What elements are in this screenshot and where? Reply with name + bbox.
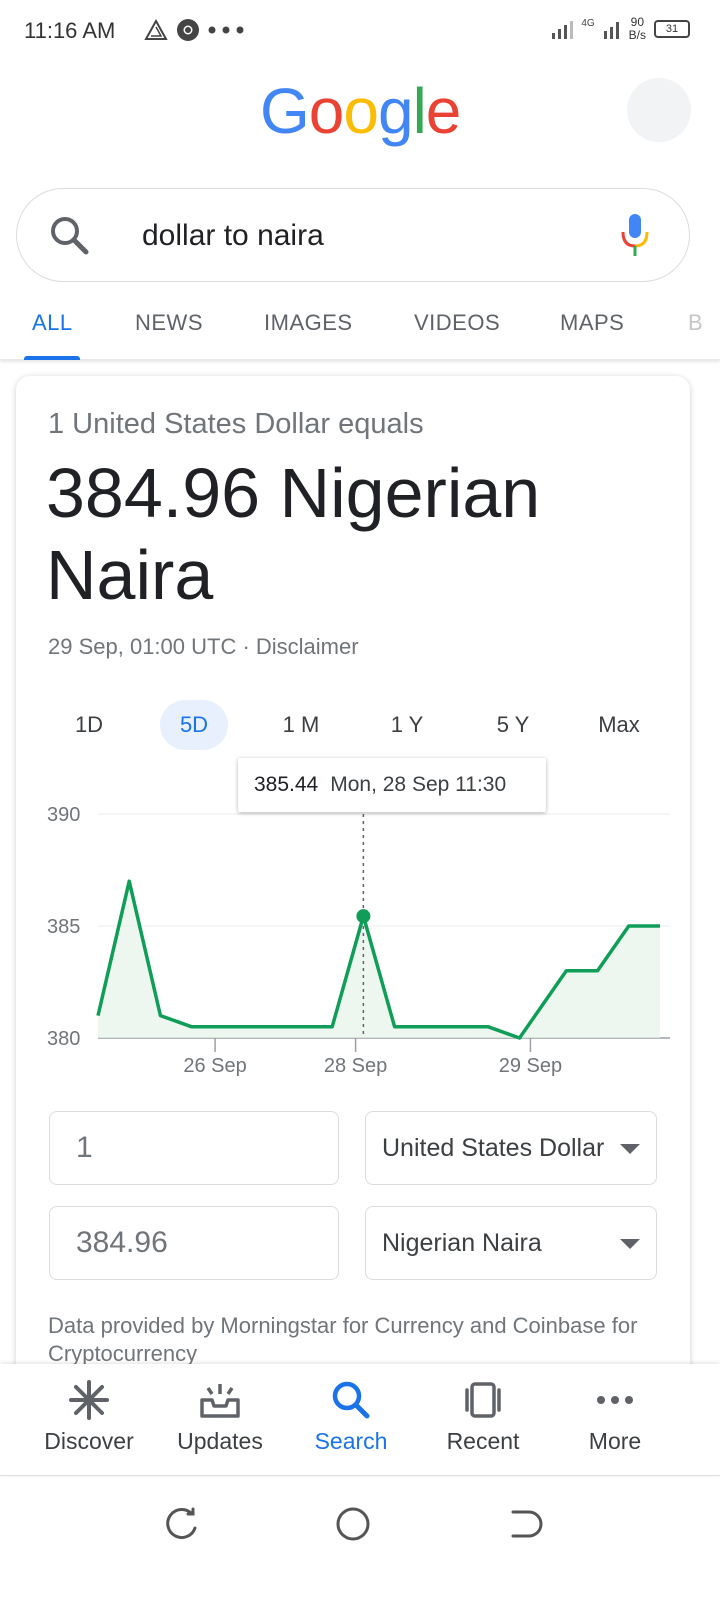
more-dots-icon xyxy=(597,1396,633,1404)
nav-search-label: Search xyxy=(314,1428,388,1454)
tab-news[interactable]: NEWS xyxy=(135,310,203,336)
range-1m[interactable]: 1 M xyxy=(266,700,336,750)
tab-videos[interactable]: VIDEOS xyxy=(414,310,500,336)
status-bar: 11:16 AM 4G 90 B/s 31 xyxy=(0,0,720,64)
search-box[interactable] xyxy=(16,188,690,282)
asterisk-icon xyxy=(69,1380,109,1420)
back-icon[interactable] xyxy=(503,1504,543,1544)
range-max[interactable]: Max xyxy=(584,700,654,750)
search-icon[interactable] xyxy=(48,214,92,258)
nav-more-label: More xyxy=(588,1428,642,1454)
net-speed: 90 B/s xyxy=(628,15,646,42)
range-1y[interactable]: 1 Y xyxy=(372,700,442,750)
recent-cards-icon xyxy=(465,1382,501,1418)
from-currency-label: United States Dollar xyxy=(382,1134,605,1162)
mic-icon[interactable] xyxy=(616,210,656,260)
y-tick-label: 390 xyxy=(47,804,80,826)
x-tick-label: 26 Sep xyxy=(183,1055,246,1077)
y-tick-label: 385 xyxy=(47,916,80,938)
nav-search[interactable]: Search xyxy=(286,1378,416,1468)
svg-text:Google: Google xyxy=(260,78,460,147)
tab-images[interactable]: IMAGES xyxy=(264,310,353,336)
chevron-down-icon xyxy=(620,1239,640,1249)
tab-active-indicator xyxy=(24,356,80,360)
x-tick-label: 28 Sep xyxy=(324,1055,387,1077)
search-input[interactable]: dollar to naira xyxy=(142,214,324,258)
from-currency-select[interactable]: United States Dollar xyxy=(365,1111,657,1185)
exchange-rate-chart[interactable]: 380 385 390 26 Sep 28 Sep 29 Sep xyxy=(40,800,670,1090)
signal-icon xyxy=(552,21,574,39)
tab-all[interactable]: ALL xyxy=(32,310,73,336)
home-icon[interactable] xyxy=(333,1504,373,1544)
signal-icon-2 xyxy=(603,22,619,39)
account-avatar[interactable] xyxy=(627,78,691,142)
status-time: 11:16 AM xyxy=(24,18,116,43)
nav-recent-label: Recent xyxy=(446,1428,520,1454)
range-5d[interactable]: 5D xyxy=(160,700,228,750)
status-notification-icons xyxy=(144,18,244,42)
search-tabs: ALL NEWS IMAGES VIDEOS MAPS B xyxy=(0,290,720,360)
series-area xyxy=(98,881,660,1038)
range-5y[interactable]: 5 Y xyxy=(478,700,548,750)
nav-discover-label: Discover xyxy=(44,1428,134,1454)
nav-updates[interactable]: Updates xyxy=(155,1378,285,1468)
chrome-icon xyxy=(177,19,199,41)
more-notifications-icon xyxy=(208,26,244,34)
equals-label: 1 United States Dollar equals xyxy=(48,408,424,440)
timestamp-disclaimer[interactable]: 29 Sep, 01:00 UTC · Disclaimer xyxy=(48,634,359,660)
network-type: 4G xyxy=(581,17,595,29)
to-currency-select[interactable]: Nigerian Naira xyxy=(365,1206,657,1280)
to-amount-input[interactable]: 384.96 xyxy=(49,1206,339,1280)
nav-discover[interactable]: Discover xyxy=(24,1378,154,1468)
system-nav-bar xyxy=(0,1478,720,1600)
nav-recent[interactable]: Recent xyxy=(418,1378,548,1468)
drive-icon xyxy=(144,19,168,40)
chevron-down-icon xyxy=(620,1144,640,1154)
highlight-point xyxy=(356,909,371,924)
to-currency-label: Nigerian Naira xyxy=(382,1229,542,1257)
chart-tooltip: 385.44 Mon, 28 Sep 11:30 xyxy=(238,758,546,812)
range-1d[interactable]: 1D xyxy=(54,700,124,750)
x-tick-label: 29 Sep xyxy=(499,1055,562,1077)
from-amount-input[interactable]: 1 xyxy=(49,1111,339,1185)
time-range-selector: 1D 5D 1 M 1 Y 5 Y Max xyxy=(48,700,658,750)
y-tick-label: 380 xyxy=(47,1028,80,1050)
tab-maps[interactable]: MAPS xyxy=(560,310,624,336)
conversion-result: 384.96 Nigerian Naira xyxy=(46,454,541,614)
nav-updates-label: Updates xyxy=(177,1428,263,1454)
tab-books[interactable]: B xyxy=(688,310,703,336)
tooltip-value: 385.44 xyxy=(254,773,319,796)
battery-icon: 31 xyxy=(654,20,690,38)
data-attribution: Data provided by Morningstar for Currenc… xyxy=(48,1313,638,1364)
recent-apps-icon[interactable] xyxy=(162,1504,202,1544)
inbox-icon xyxy=(200,1384,240,1418)
search-icon xyxy=(332,1381,370,1419)
status-system-icons: 4G 90 B/s 31 xyxy=(551,16,690,42)
nav-more[interactable]: More xyxy=(550,1378,680,1468)
tooltip-date: Mon, 28 Sep 11:30 xyxy=(330,773,507,796)
bottom-nav: Discover Updates Search Recent More xyxy=(0,1364,720,1476)
google-logo: Google xyxy=(260,75,461,148)
